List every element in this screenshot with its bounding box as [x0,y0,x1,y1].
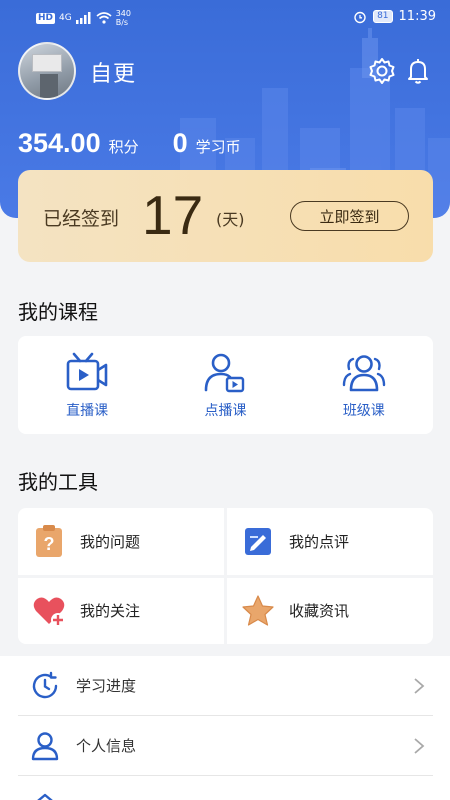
clock: 11:39 [398,9,436,24]
course-class[interactable]: 班级课 [295,336,433,434]
user-video-icon [205,353,245,393]
gear-icon[interactable] [367,56,397,86]
stats-row: 354.00 积分 0 学习币 [18,128,241,159]
home-icon [37,793,53,800]
group-icon [342,355,386,392]
checkin-days-unit: (天) [216,210,245,229]
tool-my-follows[interactable]: 我的关注 [18,577,224,644]
clock-icon [32,671,58,698]
course-vod[interactable]: 点播课 [156,336,294,434]
tool-my-follows-label: 我的关注 [80,602,141,621]
bell-icon[interactable] [403,56,433,86]
tool-saved-news-label: 收藏资讯 [289,602,350,621]
network-type: 4G [59,13,72,23]
points-value: 354.00 [18,128,101,158]
star-icon [242,595,274,626]
tool-my-reviews-label: 我的点评 [289,532,350,551]
alarm-icon [354,11,366,23]
coins-value: 0 [172,128,188,158]
signal-icon [75,12,91,24]
course-class-label: 班级课 [342,403,385,419]
coins-unit: 学习币 [195,138,241,156]
points-unit: 积分 [108,138,139,156]
tools-title: 我的工具 [18,470,98,494]
course-live-label: 直播课 [66,403,109,419]
tool-my-questions-label: 我的问题 [80,532,141,551]
checkin-label: 已经签到 [43,208,120,230]
avatar[interactable] [18,42,76,100]
courses-card: 直播课 点播课 班级课 [18,336,433,434]
checkin-card: 已经签到 17 (天) 立即签到 [18,170,433,262]
menu-item-profile[interactable]: 个人信息 [18,716,433,776]
username[interactable]: 自更 [90,56,136,88]
tool-my-questions[interactable]: ? 我的问题 [18,508,224,575]
courses-title: 我的课程 [18,300,98,324]
status-bar: HD 4G 340 B/s 81 11:39 [0,0,450,36]
net-speed-unit: B/s [115,18,129,27]
menu-item-progress-label: 学习进度 [76,677,137,695]
menu-item-profile-label: 个人信息 [76,737,137,755]
menu-list: 学习进度 个人信息 [0,656,450,800]
checkin-button[interactable]: 立即签到 [290,201,409,231]
course-vod-label: 点播课 [204,403,247,419]
tool-saved-news[interactable]: 收藏资讯 [227,577,433,644]
battery-level: 81 [373,10,393,23]
heart-plus-icon [33,597,65,627]
net-speed-value: 340 [115,9,131,18]
question-clipboard-icon: ? [36,525,62,558]
live-tv-icon [66,352,108,391]
svg-text:?: ? [44,534,55,554]
checkin-days: 17 [142,184,204,246]
tools-grid: ? 我的问题 我的点评 我的关注 收藏资讯 [18,508,433,644]
chevron-right-icon [414,678,425,694]
course-live[interactable]: 直播课 [18,336,156,434]
hd-indicator: HD [36,12,56,24]
menu-item-progress[interactable]: 学习进度 [18,656,433,716]
tool-my-reviews[interactable]: 我的点评 [227,508,433,575]
wifi-icon [96,12,112,24]
menu-item-partial[interactable] [18,776,433,800]
edit-note-icon [245,528,271,556]
chevron-right-icon [414,738,425,754]
person-icon [31,731,59,760]
